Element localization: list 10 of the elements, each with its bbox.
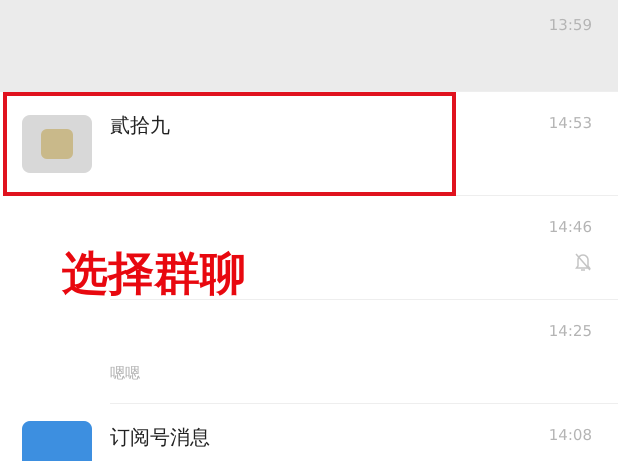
chat-time: 14:46 <box>548 217 592 238</box>
photo-placeholder <box>41 129 73 159</box>
chat-name: 订阅号消息 <box>110 424 211 450</box>
message-preview: 嗯嗯 <box>110 364 141 383</box>
chat-time: 14:53 <box>548 113 592 134</box>
annotation-label: 选择群聊 <box>62 250 246 296</box>
chat-time: 14:25 <box>548 321 592 342</box>
chat-time: 14:08 <box>548 425 592 446</box>
chat-name: 貳拾九 <box>110 112 171 138</box>
chat-row[interactable]: 貳拾九 14:53 <box>0 92 618 196</box>
